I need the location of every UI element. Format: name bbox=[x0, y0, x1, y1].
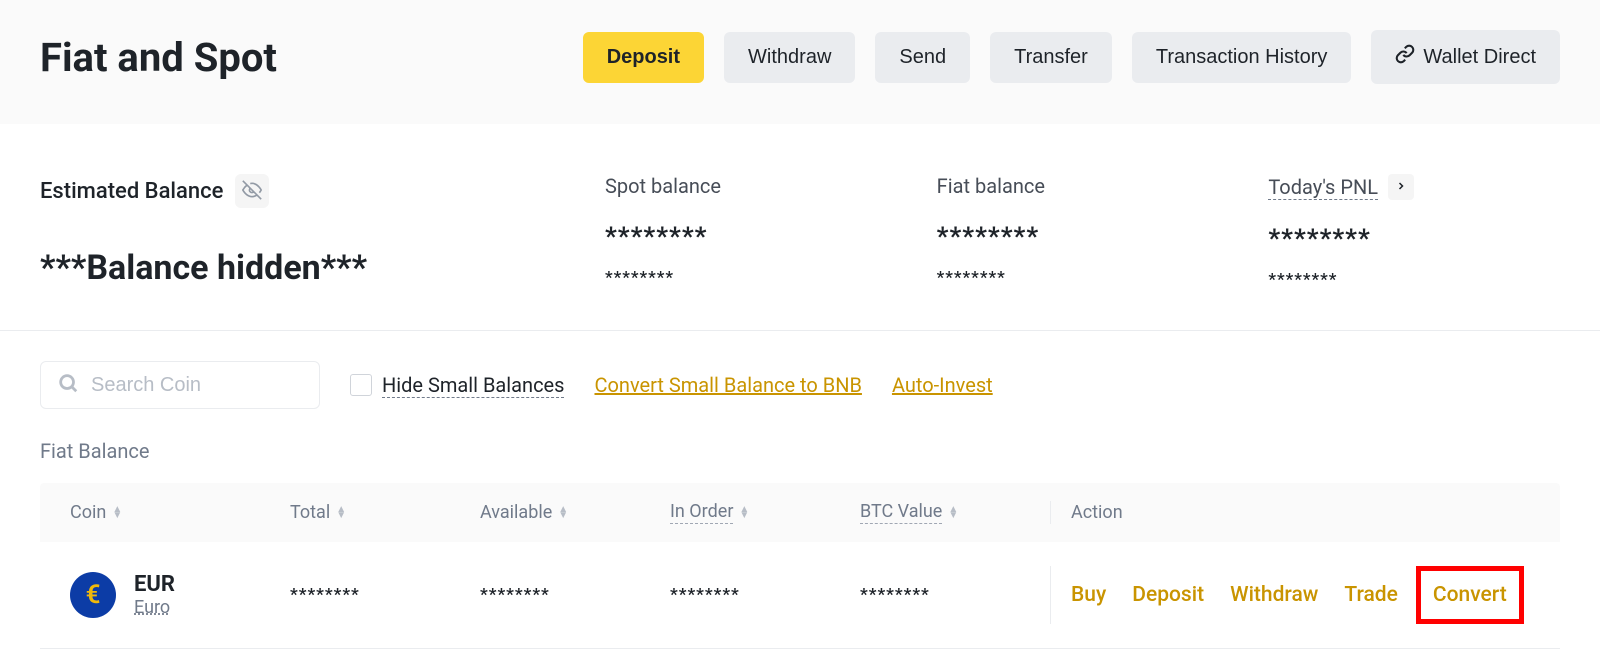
fiat-balance-label: Fiat balance bbox=[937, 174, 1229, 198]
deposit-button[interactable]: Deposit bbox=[583, 32, 704, 83]
auto-invest-link[interactable]: Auto-Invest bbox=[892, 373, 993, 397]
pnl-block: Today's PNL ******** ******** bbox=[1268, 174, 1560, 290]
sort-icon: ▲▼ bbox=[948, 507, 958, 519]
search-icon bbox=[57, 372, 79, 398]
fiat-balance-subvalue: ******** bbox=[937, 268, 1229, 288]
balance-table: Coin ▲▼ Total ▲▼ Available ▲▼ In Order ▲… bbox=[40, 483, 1560, 649]
th-action: Action bbox=[1050, 501, 1530, 524]
cell-in-order: ******** bbox=[670, 585, 860, 605]
header-actions: Deposit Withdraw Send Transfer Transacti… bbox=[583, 30, 1560, 84]
link-icon bbox=[1395, 44, 1415, 70]
hide-small-balances-checkbox[interactable]: Hide Small Balances bbox=[350, 373, 564, 398]
coin-symbol: EUR bbox=[134, 572, 175, 597]
th-available-label: Available bbox=[480, 502, 552, 523]
eye-off-icon bbox=[242, 180, 262, 203]
pnl-expand-button[interactable] bbox=[1388, 174, 1414, 200]
pnl-value: ******** bbox=[1268, 224, 1560, 254]
buy-link[interactable]: Buy bbox=[1071, 583, 1106, 607]
sort-icon: ▲▼ bbox=[739, 507, 749, 519]
estimated-balance-block: Estimated Balance ***Balance hidden*** bbox=[40, 174, 565, 290]
deposit-link[interactable]: Deposit bbox=[1132, 583, 1204, 607]
action-cell: Buy Deposit Withdraw Trade Convert bbox=[1050, 566, 1530, 624]
sort-icon: ▲▼ bbox=[336, 507, 346, 519]
coin-name[interactable]: Euro bbox=[134, 597, 175, 618]
sort-icon: ▲▼ bbox=[558, 507, 568, 519]
pnl-label: Today's PNL bbox=[1268, 175, 1378, 200]
search-box[interactable] bbox=[40, 361, 320, 409]
toggle-balance-visibility-button[interactable] bbox=[235, 174, 269, 208]
search-input[interactable] bbox=[91, 374, 356, 397]
balance-hidden-text: ***Balance hidden*** bbox=[40, 248, 565, 288]
sort-icon: ▲▼ bbox=[112, 507, 122, 519]
withdraw-link[interactable]: Withdraw bbox=[1230, 583, 1318, 607]
cell-available: ******** bbox=[480, 585, 670, 605]
th-total-label: Total bbox=[290, 502, 330, 523]
convert-link[interactable]: Convert bbox=[1433, 583, 1507, 607]
spot-balance-value: ******** bbox=[605, 222, 897, 252]
transaction-history-button[interactable]: Transaction History bbox=[1132, 32, 1352, 83]
hide-small-balances-label: Hide Small Balances bbox=[382, 373, 564, 398]
table-header: Coin ▲▼ Total ▲▼ Available ▲▼ In Order ▲… bbox=[40, 483, 1560, 542]
th-in-order[interactable]: In Order ▲▼ bbox=[670, 501, 860, 524]
th-action-label: Action bbox=[1071, 502, 1123, 523]
estimated-balance-label: Estimated Balance bbox=[40, 179, 223, 204]
page-title: Fiat and Spot bbox=[40, 34, 277, 81]
fiat-balance-section-label: Fiat Balance bbox=[0, 439, 1600, 483]
th-coin[interactable]: Coin ▲▼ bbox=[70, 501, 290, 524]
th-coin-label: Coin bbox=[70, 502, 106, 523]
cell-total: ******** bbox=[290, 585, 480, 605]
wallet-direct-label: Wallet Direct bbox=[1423, 46, 1536, 69]
transfer-button[interactable]: Transfer bbox=[990, 32, 1112, 83]
filter-row: Hide Small Balances Convert Small Balanc… bbox=[0, 331, 1600, 439]
cell-btc-value: ******** bbox=[860, 585, 1050, 605]
pnl-subvalue: ******** bbox=[1268, 270, 1560, 290]
spot-balance-label: Spot balance bbox=[605, 174, 897, 198]
withdraw-button[interactable]: Withdraw bbox=[724, 32, 855, 83]
th-available[interactable]: Available ▲▼ bbox=[480, 501, 670, 524]
convert-small-balance-link[interactable]: Convert Small Balance to BNB bbox=[594, 373, 861, 397]
wallet-direct-button[interactable]: Wallet Direct bbox=[1371, 30, 1560, 84]
th-in-order-label: In Order bbox=[670, 501, 733, 524]
spot-balance-block: Spot balance ******** ******** bbox=[605, 174, 897, 290]
coin-cell: € EUR Euro bbox=[70, 572, 290, 618]
euro-coin-icon: € bbox=[70, 572, 116, 618]
fiat-balance-value: ******** bbox=[937, 222, 1229, 252]
spot-balance-subvalue: ******** bbox=[605, 268, 897, 288]
convert-highlight: Convert bbox=[1416, 566, 1524, 624]
fiat-balance-block: Fiat balance ******** ******** bbox=[937, 174, 1229, 290]
header-bar: Fiat and Spot Deposit Withdraw Send Tran… bbox=[0, 0, 1600, 124]
chevron-right-icon bbox=[1395, 180, 1407, 195]
table-row: € EUR Euro ******** ******** ******** **… bbox=[40, 542, 1560, 649]
checkbox-icon bbox=[350, 374, 372, 396]
balance-section: Estimated Balance ***Balance hidden*** S… bbox=[0, 124, 1600, 331]
th-total[interactable]: Total ▲▼ bbox=[290, 501, 480, 524]
th-btc-value-label: BTC Value bbox=[860, 501, 942, 524]
send-button[interactable]: Send bbox=[875, 32, 970, 83]
trade-link[interactable]: Trade bbox=[1344, 583, 1398, 607]
th-btc-value[interactable]: BTC Value ▲▼ bbox=[860, 501, 1050, 524]
